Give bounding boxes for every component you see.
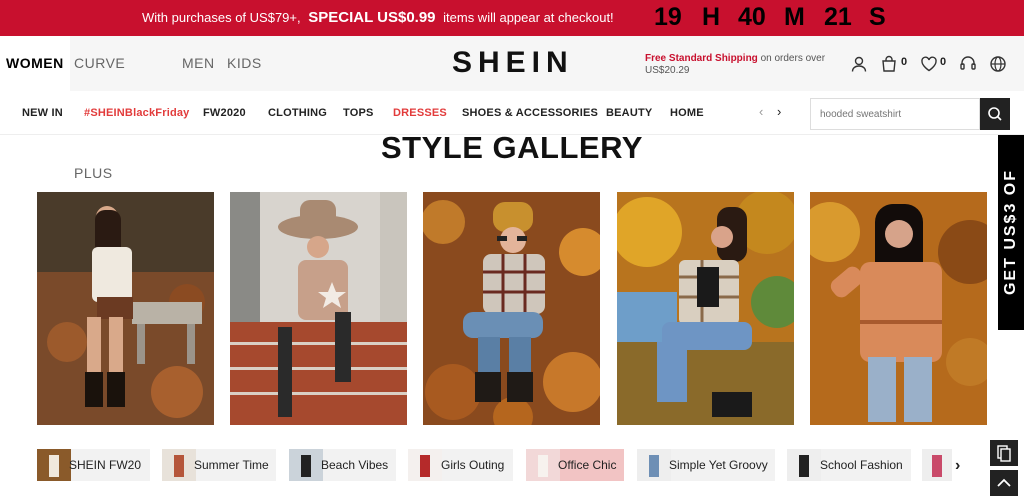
nav-dresses[interactable]: DRESSES: [393, 107, 447, 119]
nav-clothing[interactable]: CLOTHING: [268, 107, 327, 119]
style-tag-girls-outing[interactable]: Girls Outing: [408, 449, 513, 481]
countdown-hours-unit: H: [702, 3, 721, 31]
tags-next-arrow[interactable]: ›: [955, 457, 960, 475]
countdown-hours: 19: [654, 3, 682, 31]
tag-thumbnail: [637, 449, 671, 481]
tag-thumbnail: [408, 449, 442, 481]
nav-shoes-accessories[interactable]: SHOES & ACCESSORIES: [462, 107, 598, 119]
gallery-title: STYLE GALLERY: [381, 130, 643, 165]
style-tag-office-chic[interactable]: Office Chic: [526, 449, 624, 481]
nav-home[interactable]: HOME: [670, 107, 704, 119]
tag-thumbnail: [922, 449, 956, 481]
coupon-text: GET US$3 OF: [1002, 168, 1019, 296]
tag-thumbnail: [787, 449, 821, 481]
search-input[interactable]: [810, 98, 980, 130]
nav-next-arrow[interactable]: ›: [777, 104, 781, 119]
tag-thumbnail: [289, 449, 323, 481]
tag-thumbnail: [37, 449, 71, 481]
tag-label: Simple Yet Groovy: [669, 458, 768, 472]
tab-men[interactable]: MEN: [182, 36, 215, 91]
cart-count: 0: [901, 56, 908, 68]
tag-label: Office Chic: [558, 458, 617, 472]
countdown-minutes: 40: [738, 3, 766, 31]
nav-beauty[interactable]: BEAUTY: [606, 107, 652, 119]
gallery-photo-2[interactable]: [230, 192, 407, 425]
style-tag-simple-yet-groovy[interactable]: Simple Yet Groovy: [637, 449, 775, 481]
wishlist-count: 0: [940, 56, 947, 68]
nav-fw2020[interactable]: FW2020: [203, 107, 246, 119]
promo-banner[interactable]: With purchases of US$79+, SPECIAL US$0.9…: [0, 0, 1024, 36]
nav-black-friday[interactable]: #SHEINBlackFriday: [84, 107, 190, 119]
tab-kids[interactable]: KIDS: [227, 36, 262, 91]
style-tag-beach-vibes[interactable]: Beach Vibes: [289, 449, 396, 481]
style-tag-partial[interactable]: [922, 449, 952, 481]
tag-label: Beach Vibes: [321, 458, 389, 472]
side-panel-button[interactable]: [990, 440, 1018, 466]
promo-text: With purchases of US$79+, SPECIAL US$0.9…: [142, 9, 614, 26]
gallery-photo-3[interactable]: [423, 192, 600, 425]
search-button[interactable]: [980, 98, 1010, 130]
gallery-photo-4[interactable]: [617, 192, 794, 425]
tag-label: SHEIN FW20: [69, 458, 142, 472]
user-icon[interactable]: [850, 55, 868, 73]
promo-post: items will appear at checkout!: [443, 10, 614, 25]
gallery-photo-5[interactable]: [810, 192, 987, 425]
gallery-photo-1[interactable]: [37, 192, 214, 425]
tag-label: Girls Outing: [441, 458, 505, 472]
wishlist-heart-icon[interactable]: [920, 55, 938, 73]
site-header: WOMEN CURVE + PLUS MEN KIDS SHEIN Free S…: [0, 36, 1024, 181]
countdown-minutes-unit: M: [784, 3, 805, 31]
tag-label: Summer Time: [194, 458, 269, 472]
promo-pre: With purchases of US$79+,: [142, 10, 301, 25]
tag-label: School Fashion: [820, 458, 903, 472]
nav-prev-arrow[interactable]: ‹: [759, 104, 763, 119]
main-nav: NEW IN #SHEINBlackFriday FW2020 CLOTHING…: [0, 91, 1024, 135]
support-headset-icon[interactable]: [959, 55, 977, 73]
search-icon: [988, 107, 1002, 121]
copy-icon: [997, 445, 1011, 462]
tab-curve-plus[interactable]: CURVE + PLUS: [74, 36, 125, 181]
shipping-notice: Free Standard Shipping on orders over US…: [645, 53, 830, 77]
coupon-tab[interactable]: GET US$3 OF: [998, 135, 1024, 330]
cart-icon[interactable]: [880, 55, 898, 73]
tab-women[interactable]: WOMEN: [0, 36, 70, 91]
style-tag-summer-time[interactable]: Summer Time: [162, 449, 276, 481]
style-tag-shein-fw20[interactable]: SHEIN FW20: [37, 449, 150, 481]
promo-special: SPECIAL US$0.99: [308, 9, 436, 26]
shipping-red: Free Standard Shipping: [645, 53, 758, 64]
style-tag-school-fashion[interactable]: School Fashion: [787, 449, 911, 481]
shein-logo[interactable]: SHEIN: [452, 46, 574, 80]
tag-thumbnail: [162, 449, 196, 481]
globe-icon[interactable]: [989, 55, 1007, 73]
arrow-up-icon: [997, 478, 1011, 487]
countdown-seconds: 21: [824, 3, 852, 31]
back-to-top-button[interactable]: [990, 470, 1018, 496]
tag-thumbnail: [526, 449, 560, 481]
nav-new-in[interactable]: NEW IN: [22, 107, 63, 119]
countdown-seconds-unit: S: [869, 3, 886, 31]
nav-tops[interactable]: TOPS: [343, 107, 374, 119]
